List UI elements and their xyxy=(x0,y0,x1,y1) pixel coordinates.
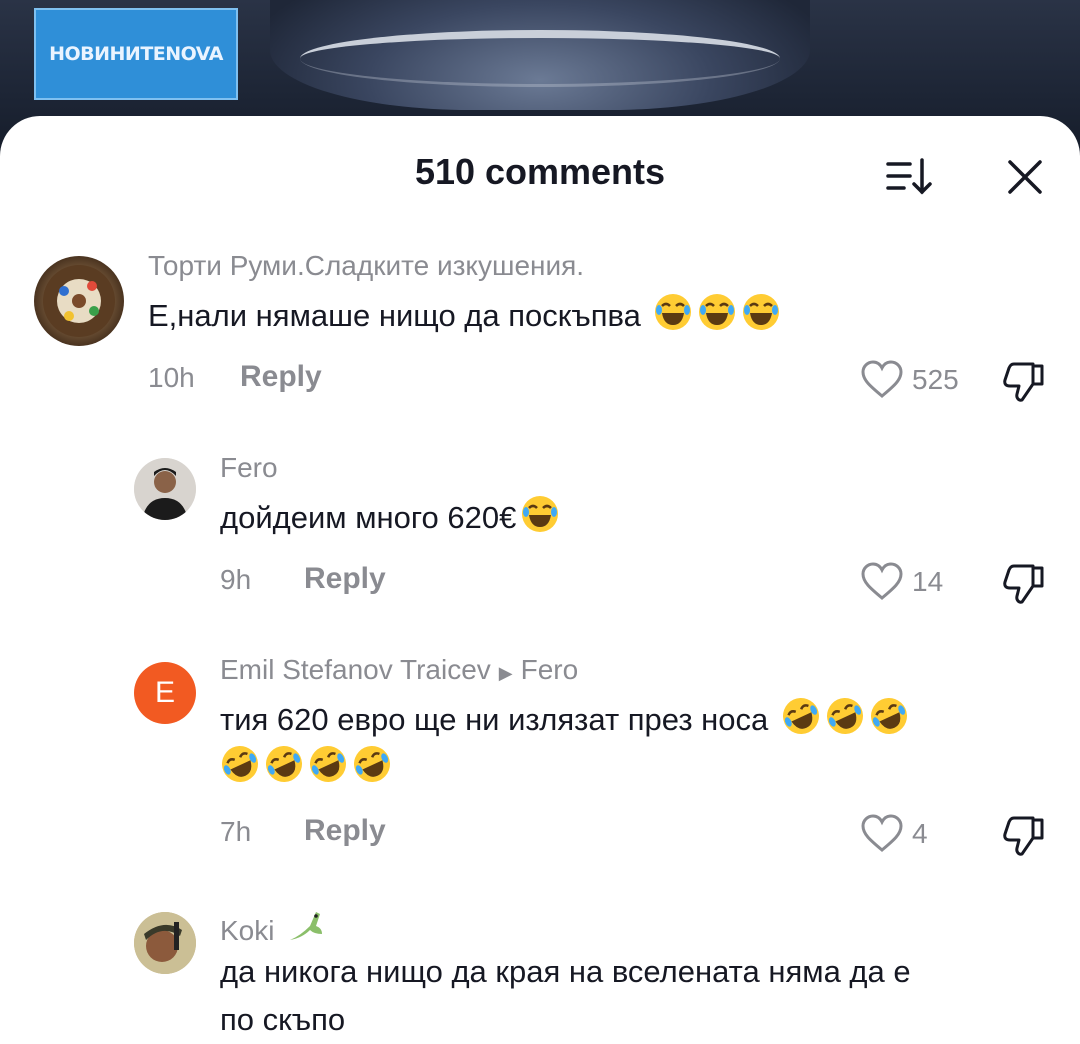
like-count: 525 xyxy=(912,364,959,395)
reply-button[interactable]: Reply xyxy=(304,562,386,596)
thumbs-down-icon xyxy=(1003,564,1044,604)
rofl-emoji-icon xyxy=(821,698,865,737)
laugh-emoji-icon xyxy=(693,294,737,333)
cake-avatar-image xyxy=(43,265,115,337)
reply-button[interactable]: Reply xyxy=(240,360,322,394)
sort-button[interactable] xyxy=(884,156,934,198)
dislike-button[interactable] xyxy=(1002,360,1046,404)
video-ring xyxy=(300,30,780,87)
laugh-emoji-icon xyxy=(516,496,560,535)
comment-text: Е,нали нямаше нищо да поскъпва xyxy=(148,292,781,340)
avatar[interactable]: E xyxy=(134,662,196,724)
close-button[interactable] xyxy=(1004,156,1046,198)
dislike-button[interactable] xyxy=(1002,814,1046,858)
comment-text-content: да никога нищо да края на вселената няма… xyxy=(220,954,911,989)
comment-text: тия 620 евро ще ни излязат през носа xyxy=(220,696,1060,792)
avatar[interactable] xyxy=(134,458,196,520)
comment-time: 9h xyxy=(220,564,252,595)
avatar[interactable] xyxy=(34,256,124,346)
thumbs-down-icon xyxy=(1003,816,1044,856)
comment-username-row: Emil Stefanov Traicev ▶ Fero xyxy=(220,654,578,686)
reply-to-username[interactable]: Fero xyxy=(521,654,579,685)
comment-text-content-continued: по скъпо xyxy=(220,1002,346,1037)
channel-logo-text: НОВИНИТЕNOVA xyxy=(49,43,223,65)
rofl-emoji-icon xyxy=(777,698,821,737)
comment-text-content: Е,нали нямаше нищо да поскъпва xyxy=(148,298,641,333)
avatar-letter: E xyxy=(154,676,175,709)
thumbs-down-icon xyxy=(1003,362,1044,402)
comment-text-content: тия 620 евро ще ни излязат през носа xyxy=(220,702,769,737)
like-button[interactable] xyxy=(860,814,904,854)
reply-button[interactable]: Reply xyxy=(304,814,386,848)
like-count: 4 xyxy=(912,818,928,849)
rofl-emoji-icon xyxy=(348,746,392,785)
comment-username-row: Koki xyxy=(220,906,326,947)
laugh-emoji-icon xyxy=(737,294,781,333)
comment-time: 7h xyxy=(220,816,252,847)
dislike-button[interactable] xyxy=(1002,562,1046,606)
comment-username[interactable]: Fero xyxy=(220,452,278,484)
channel-logo: НОВИНИТЕNOVA xyxy=(34,8,238,100)
laugh-emoji-icon xyxy=(649,294,693,333)
comment-text: да никога нищо да края на вселената няма… xyxy=(220,948,1070,1044)
rofl-emoji-icon xyxy=(260,746,304,785)
heart-icon xyxy=(861,814,903,852)
rofl-emoji-icon xyxy=(220,746,260,785)
comment-text: дойдеим много 620€ xyxy=(220,494,560,542)
sort-icon xyxy=(886,158,932,195)
avatar[interactable] xyxy=(134,912,196,974)
comment-username[interactable]: Koki xyxy=(220,915,274,946)
comment-username[interactable]: Торти Руми.Сладките изкушения. xyxy=(148,250,584,282)
heart-icon xyxy=(861,360,903,398)
comments-sheet: 510 comments Торти Руми.Сладките изкушен… xyxy=(0,116,1080,1037)
close-icon xyxy=(1008,160,1042,194)
comment-text-content: дойдеим много 620€ xyxy=(220,500,517,535)
comment-username[interactable]: Emil Stefanov Traicev xyxy=(220,654,491,685)
user-photo xyxy=(134,458,196,520)
comment-time: 10h xyxy=(148,362,195,393)
reply-arrow-icon: ▶ xyxy=(498,663,513,683)
rofl-emoji-icon xyxy=(304,746,348,785)
like-button[interactable] xyxy=(860,562,904,602)
like-button[interactable] xyxy=(860,360,904,400)
heart-icon xyxy=(861,562,903,600)
user-photo xyxy=(134,912,196,974)
crocodile-emoji-icon xyxy=(282,912,326,946)
like-count: 14 xyxy=(912,566,944,597)
rofl-emoji-icon xyxy=(865,698,909,737)
